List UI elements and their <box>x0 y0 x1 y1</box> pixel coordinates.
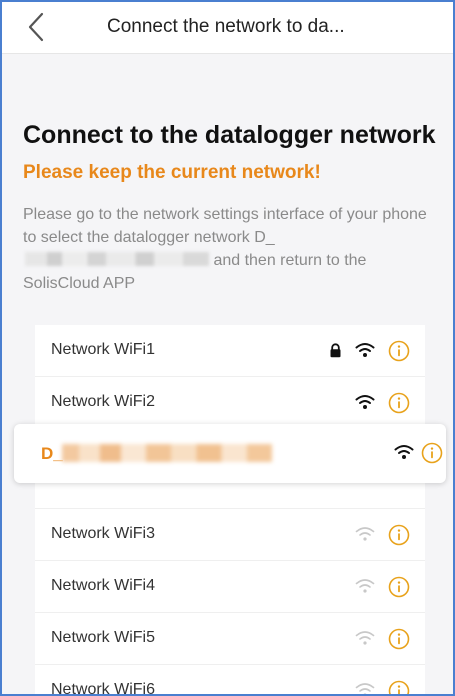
redacted-network-name <box>62 444 272 462</box>
wifi-name: Network WiFi2 <box>51 393 156 410</box>
top-bar: Connect the network to da... <box>0 0 455 54</box>
wifi-signal-icon <box>355 683 375 696</box>
wifi-name: Network WiFi3 <box>51 525 156 542</box>
instructions-part-1: Please go to the network settings interf… <box>23 206 427 246</box>
info-circle-icon[interactable] <box>388 340 410 362</box>
wifi-list-item[interactable]: Network WiFi2 <box>35 377 425 429</box>
wifi-list-item[interactable]: Network WiFi5 <box>35 613 425 665</box>
wifi-signal-icon <box>355 631 375 645</box>
info-circle-icon[interactable] <box>388 392 410 414</box>
wifi-list-item[interactable]: Network WiFi3 <box>35 509 425 561</box>
wifi-list-item[interactable]: Network WiFi6 <box>35 665 425 696</box>
wifi-signal-icon <box>355 395 375 409</box>
selected-datalogger-network[interactable]: D_ <box>14 424 446 483</box>
redacted-network-id <box>25 252 209 266</box>
lock-icon <box>330 343 341 358</box>
selected-network-name: D_ <box>41 444 63 463</box>
page-title: Connect to the datalogger network <box>23 121 436 149</box>
info-circle-icon[interactable] <box>421 442 443 464</box>
page-header-title: Connect the network to da... <box>107 16 345 37</box>
wifi-network-list: Network WiFi1 Network WiFi2 Network WiFi… <box>35 325 425 696</box>
wifi-list-item[interactable]: Network WiFi4 <box>35 561 425 613</box>
wifi-name: Network WiFi6 <box>51 681 156 696</box>
info-circle-icon[interactable] <box>388 524 410 546</box>
wifi-name: Network WiFi4 <box>51 577 156 594</box>
wifi-signal-icon <box>355 343 375 357</box>
info-circle-icon[interactable] <box>388 576 410 598</box>
wifi-signal-icon <box>355 527 375 541</box>
info-circle-icon[interactable] <box>388 628 410 650</box>
wifi-signal-icon <box>355 579 375 593</box>
warning-text: Please keep the current network! <box>23 162 321 183</box>
wifi-name: Network WiFi1 <box>51 341 156 358</box>
back-button[interactable] <box>22 10 52 44</box>
wifi-list-item[interactable]: Network WiFi1 <box>35 325 425 377</box>
wifi-name: Network WiFi5 <box>51 629 156 646</box>
chevron-left-icon <box>28 12 44 42</box>
info-circle-icon[interactable] <box>388 680 410 696</box>
instructions-text: Please go to the network settings interf… <box>23 203 433 295</box>
wifi-signal-icon <box>394 445 414 459</box>
